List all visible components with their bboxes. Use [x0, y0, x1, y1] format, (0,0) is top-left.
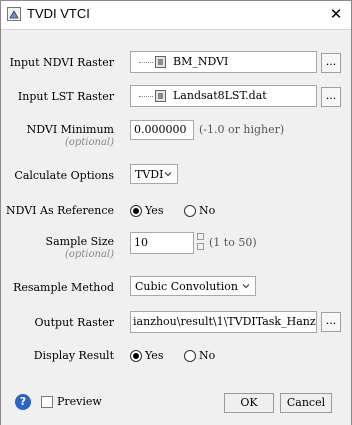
cancel-button[interactable]: Cancel [280, 393, 332, 413]
dialog-window: TVDI VTCI ✕ Input NDVI Raster BM_NDVI ..… [0, 0, 352, 425]
display-result-yes-label[interactable]: Yes [145, 349, 163, 362]
resample-method-label: Resample Method [13, 281, 114, 294]
help-icon[interactable]: ? [15, 394, 31, 410]
ndvi-minimum-optional: (optional) [64, 137, 114, 148]
close-icon[interactable]: ✕ [324, 3, 348, 25]
raster-file-icon [155, 56, 166, 68]
display-result-yes-radio[interactable] [130, 350, 142, 362]
ndvi-minimum-input[interactable]: 0.000000 [130, 120, 194, 140]
raster-file-icon [155, 90, 166, 102]
calc-options-label: Calculate Options [14, 169, 114, 182]
input-ndvi-browse-button[interactable]: ... [321, 53, 341, 73]
input-lst-label: Input LST Raster [17, 90, 114, 103]
calc-options-select[interactable]: TVDI [130, 164, 178, 184]
input-lst-field[interactable]: Landsat8LST.dat [130, 85, 317, 107]
ndvi-reference-yes-label[interactable]: Yes [145, 204, 163, 217]
sample-size-label: Sample Size [45, 235, 114, 248]
preview-label[interactable]: Preview [57, 395, 102, 408]
ok-button[interactable]: OK [224, 393, 274, 413]
chevron-down-icon [242, 284, 250, 289]
display-result-no-radio[interactable] [184, 350, 196, 362]
output-raster-input[interactable]: ianzhou\result\1\TVDITask_Hanzt [130, 311, 317, 333]
output-raster-label: Output Raster [34, 316, 115, 329]
input-ndvi-value: BM_NDVI [173, 55, 229, 68]
app-icon [7, 7, 21, 21]
chevron-down-icon [164, 172, 172, 177]
dialog-content: Input NDVI Raster BM_NDVI ... Input LST … [1, 29, 351, 425]
display-result-no-label[interactable]: No [199, 349, 215, 362]
tree-dots [139, 62, 153, 63]
input-ndvi-field[interactable]: BM_NDVI [130, 51, 317, 73]
sample-size-value: 10 [134, 236, 148, 249]
input-lst-browse-button[interactable]: ... [321, 87, 341, 107]
resample-method-value: Cubic Convolution [135, 280, 238, 293]
sample-size-input[interactable]: 10 [130, 232, 194, 254]
resample-method-select[interactable]: Cubic Convolution [130, 276, 256, 296]
ndvi-reference-yes-radio[interactable] [130, 205, 142, 217]
ndvi-reference-label: NDVI As Reference [5, 204, 114, 217]
output-raster-browse-button[interactable]: ... [321, 312, 341, 332]
sample-size-increment[interactable] [197, 233, 204, 240]
title-bar[interactable]: TVDI VTCI ✕ [1, 1, 351, 29]
input-ndvi-label: Input NDVI Raster [9, 56, 114, 69]
sample-size-hint: (1 to 50) [209, 236, 257, 249]
sample-size-optional: (optional) [64, 249, 114, 260]
ndvi-minimum-value: 0.000000 [134, 123, 187, 136]
display-result-label: Display Result [33, 349, 114, 362]
tree-dots [139, 96, 153, 97]
ndvi-minimum-hint: (-1.0 or higher) [199, 123, 285, 136]
input-lst-value: Landsat8LST.dat [173, 89, 267, 102]
ndvi-reference-no-radio[interactable] [184, 205, 196, 217]
ndvi-minimum-label: NDVI Minimum [26, 123, 114, 136]
calc-options-value: TVDI [135, 168, 164, 181]
sample-size-decrement[interactable] [197, 243, 204, 250]
window-title: TVDI VTCI [27, 6, 90, 21]
output-raster-value: ianzhou\result\1\TVDITask_Hanzt [133, 315, 317, 328]
ndvi-reference-no-label[interactable]: No [199, 204, 215, 217]
preview-checkbox[interactable] [41, 396, 53, 408]
